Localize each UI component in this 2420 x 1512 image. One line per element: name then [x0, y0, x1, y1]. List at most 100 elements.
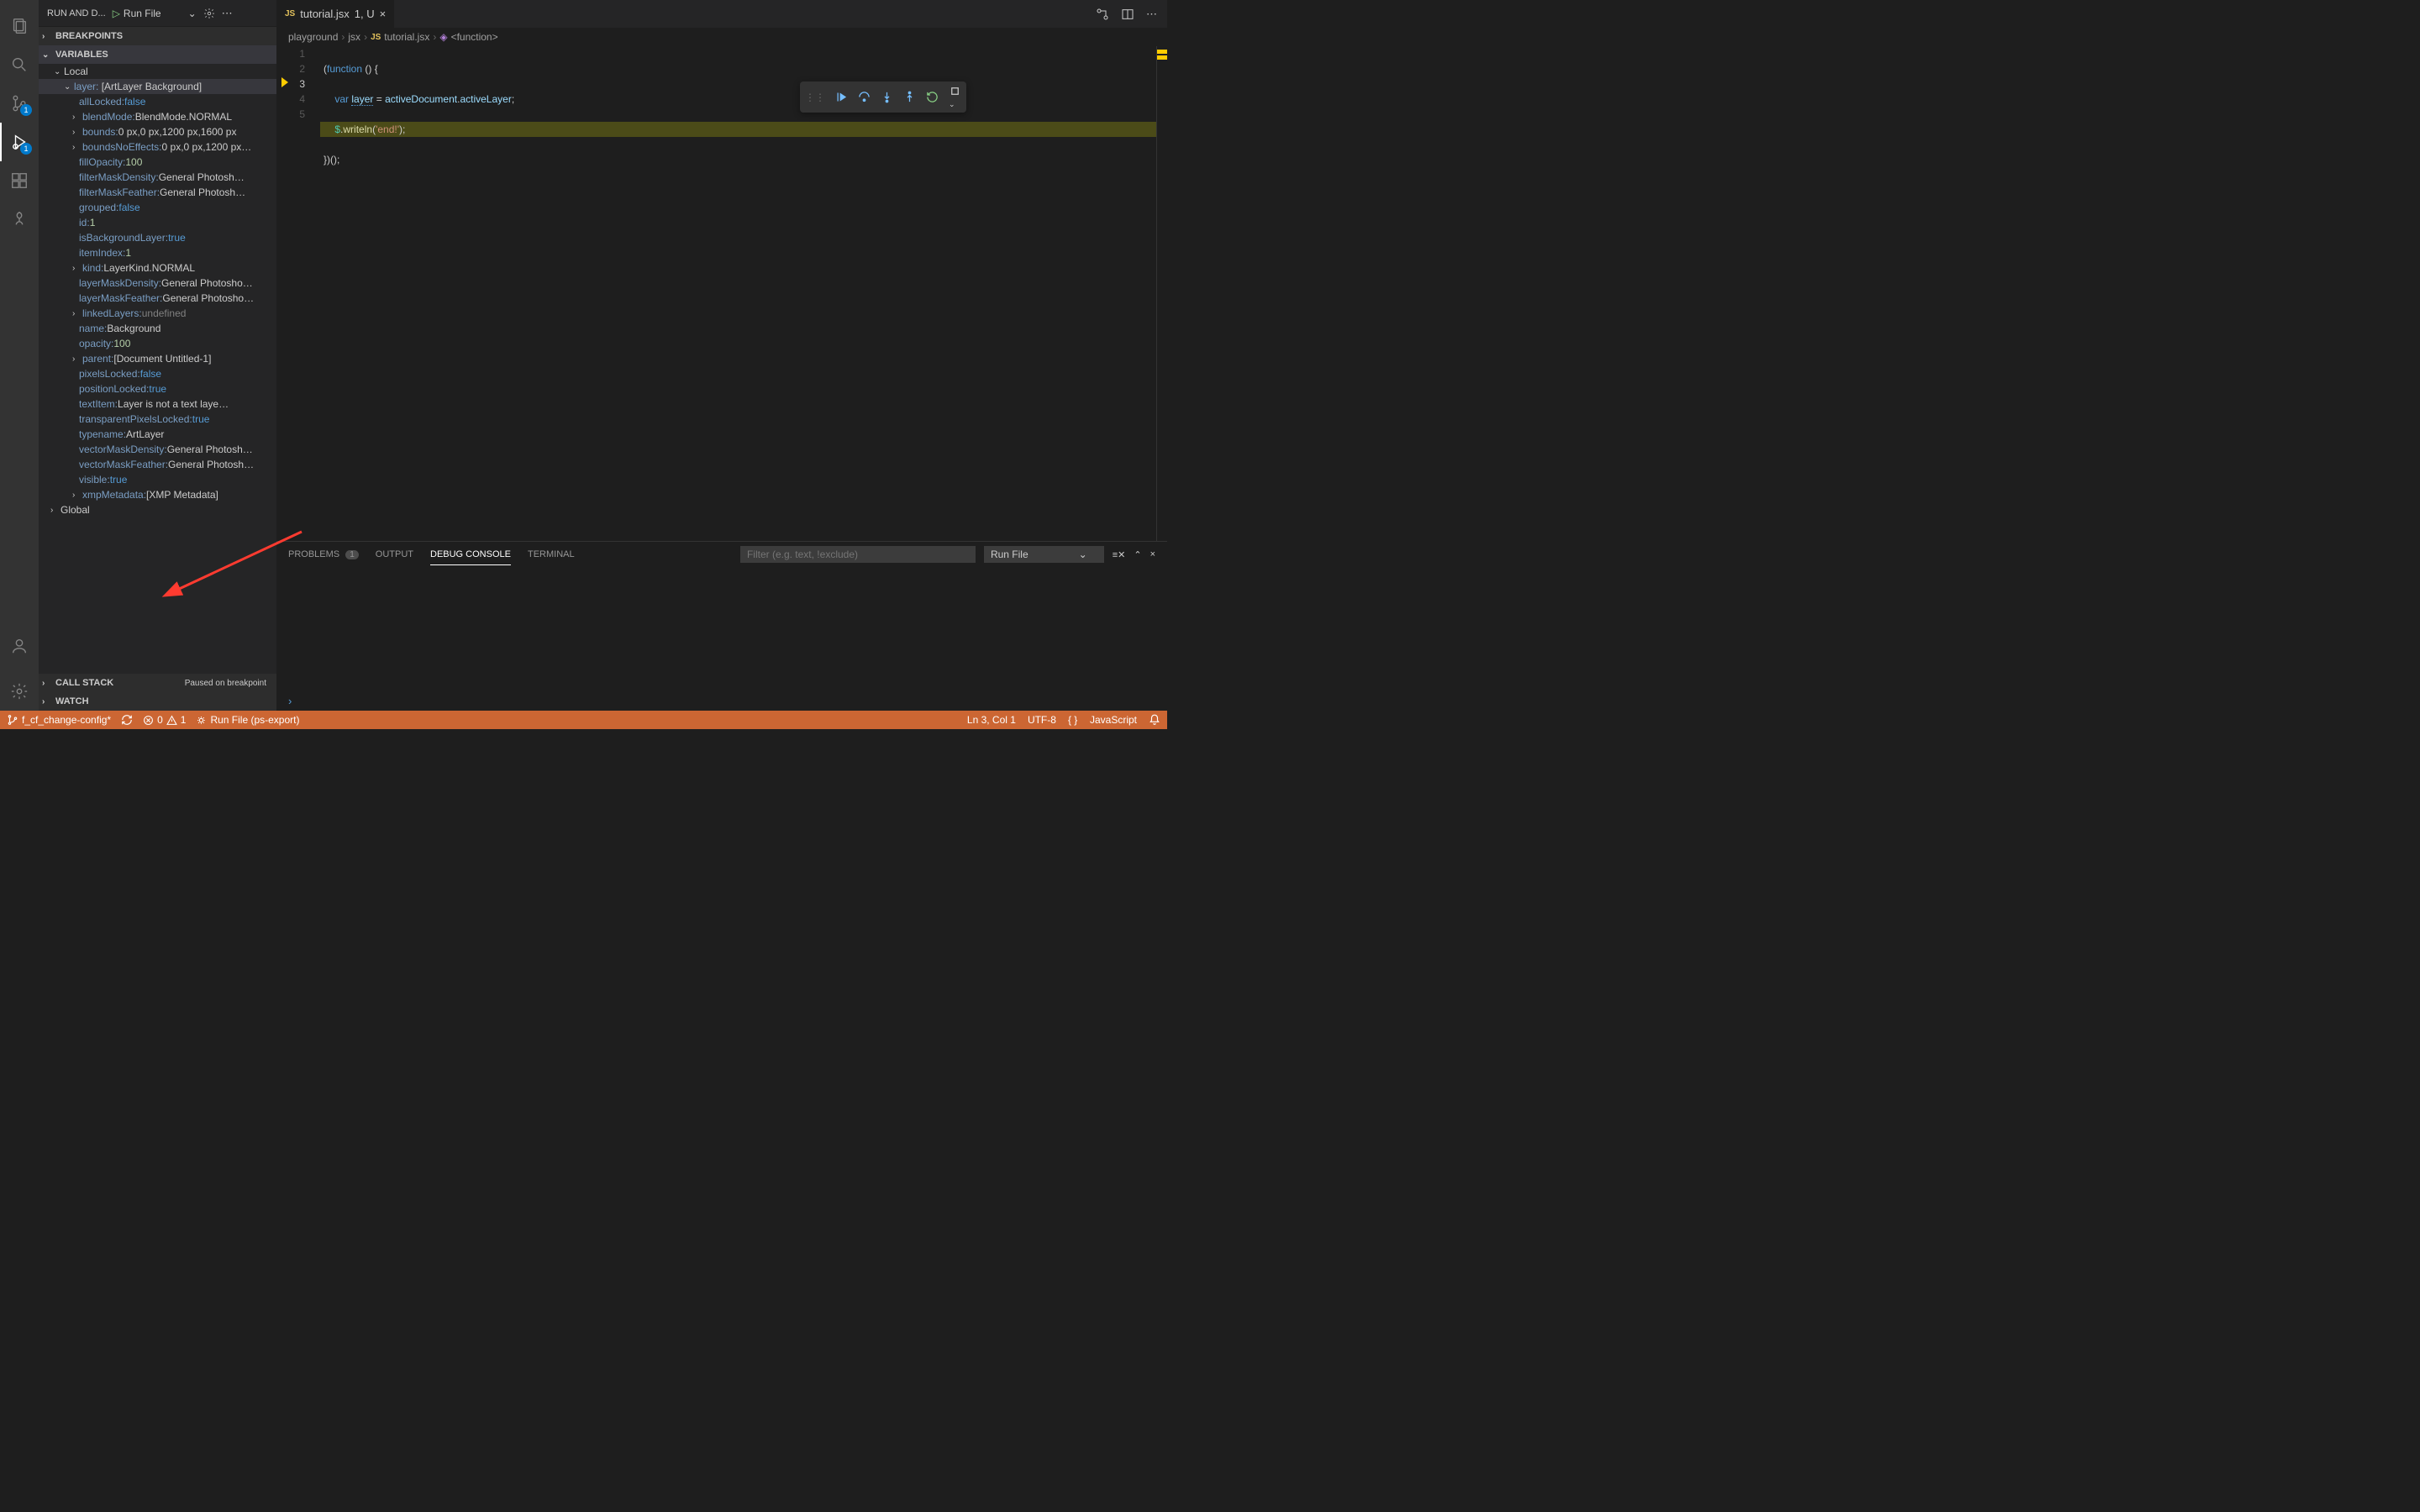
panel-tabs: PROBLEMS 1 OUTPUT DEBUG CONSOLE TERMINAL…	[276, 542, 1167, 567]
tab-tutorial[interactable]: JS tutorial.jsx 1, U ×	[276, 0, 395, 28]
call-stack-section[interactable]: › CALL STACK Paused on breakpoint	[39, 674, 276, 692]
overview-ruler	[1156, 46, 1167, 541]
extensions-icon[interactable]	[0, 161, 39, 200]
method-icon: ◈	[439, 31, 447, 43]
property-pixelsLocked[interactable]: pixelsLocked: false	[39, 366, 276, 381]
close-icon[interactable]: ×	[380, 8, 387, 20]
variable-layer[interactable]: ⌄ layer: [ArtLayer Background]	[39, 79, 276, 94]
watch-section[interactable]: › WATCH	[39, 692, 276, 711]
property-positionLocked[interactable]: positionLocked: true	[39, 381, 276, 396]
explorer-icon[interactable]	[0, 7, 39, 45]
chevron-down-icon: ⌄	[42, 50, 52, 60]
property-filterMaskFeather[interactable]: filterMaskFeather: General Photosh…	[39, 185, 276, 200]
breadcrumb[interactable]: playground› jsx› JS tutorial.jsx› ◈ <fun…	[276, 28, 1167, 46]
scope-global[interactable]: › Global	[39, 502, 276, 517]
property-bounds[interactable]: ›bounds: 0 px,0 px,1200 px,1600 px	[39, 124, 276, 139]
property-transparentPixelsLocked[interactable]: transparentPixelsLocked: true	[39, 412, 276, 427]
close-panel-icon[interactable]: ×	[1150, 549, 1155, 559]
chevron-right-icon: ›	[42, 697, 52, 706]
chevron-down-icon: ⌄	[188, 8, 197, 19]
property-isBackgroundLayer[interactable]: isBackgroundLayer: true	[39, 230, 276, 245]
grip-icon[interactable]: ⋮⋮	[805, 92, 825, 103]
console-prompt-icon: ›	[288, 695, 292, 707]
notifications-icon[interactable]	[1149, 714, 1160, 726]
split-editor-icon[interactable]	[1121, 8, 1134, 21]
chevron-right-icon: ›	[72, 491, 82, 500]
encoding[interactable]: UTF-8	[1028, 714, 1056, 726]
gear-icon[interactable]	[203, 8, 215, 19]
console-session-select[interactable]: Run File ⌄	[984, 546, 1104, 563]
debug-toolbar: ⋮⋮ ⌄	[800, 81, 966, 113]
more-icon[interactable]: ⋯	[222, 7, 233, 20]
compare-icon[interactable]	[1096, 8, 1109, 21]
property-vectorMaskDensity[interactable]: vectorMaskDensity: General Photosh…	[39, 442, 276, 457]
console-filter-input[interactable]	[740, 546, 976, 563]
property-boundsNoEffects[interactable]: ›boundsNoEffects: 0 px,0 px,1200 px…	[39, 139, 276, 155]
property-visible[interactable]: visible: true	[39, 472, 276, 487]
property-layerMaskDensity[interactable]: layerMaskDensity: General Photosho…	[39, 276, 276, 291]
more-icon[interactable]: ⋯	[1146, 8, 1157, 21]
line-gutter: 1 2 3 4 5	[276, 46, 320, 541]
tab-filename: tutorial.jsx	[300, 8, 350, 20]
property-id[interactable]: id: 1	[39, 215, 276, 230]
run-debug-icon[interactable]: 1	[0, 123, 39, 161]
accounts-icon[interactable]	[0, 627, 39, 665]
sidebar-header: RUN AND D... ▷ Run File ⌄ ⋯	[39, 0, 276, 27]
property-textItem[interactable]: textItem: Layer is not a text laye…	[39, 396, 276, 412]
property-itemIndex[interactable]: itemIndex: 1	[39, 245, 276, 260]
tab-debug-console[interactable]: DEBUG CONSOLE	[430, 544, 511, 565]
scope-local[interactable]: ⌄ Local	[39, 64, 276, 79]
settings-icon[interactable]	[0, 672, 39, 711]
stop-icon[interactable]: ⌄	[949, 85, 961, 109]
step-over-icon[interactable]	[858, 91, 871, 103]
code-editor[interactable]: 1 2 3 4 5 (function () { var layer = act…	[276, 46, 1156, 541]
property-parent[interactable]: ›parent: [Document Untitled-1]	[39, 351, 276, 366]
git-branch[interactable]: f_cf_change-config*	[7, 714, 111, 726]
step-out-icon[interactable]	[903, 91, 916, 103]
language-mode[interactable]: { } JavaScript	[1068, 714, 1137, 726]
search-icon[interactable]	[0, 45, 39, 84]
property-name[interactable]: name: Background	[39, 321, 276, 336]
sync-icon[interactable]	[121, 714, 133, 726]
tab-problems[interactable]: PROBLEMS 1	[288, 544, 359, 564]
property-allLocked[interactable]: allLocked: false	[39, 94, 276, 109]
continue-icon[interactable]	[835, 91, 848, 103]
clear-console-icon[interactable]: ≡✕	[1113, 549, 1126, 560]
tab-output[interactable]: OUTPUT	[376, 544, 413, 564]
bottom-panel: PROBLEMS 1 OUTPUT DEBUG CONSOLE TERMINAL…	[276, 541, 1167, 711]
property-kind[interactable]: ›kind: LayerKind.NORMAL	[39, 260, 276, 276]
property-layerMaskFeather[interactable]: layerMaskFeather: General Photosho…	[39, 291, 276, 306]
tab-terminal[interactable]: TERMINAL	[528, 544, 575, 564]
variables-section[interactable]: ⌄ VARIABLES	[39, 45, 276, 64]
property-vectorMaskFeather[interactable]: vectorMaskFeather: General Photosh…	[39, 457, 276, 472]
step-into-icon[interactable]	[881, 91, 893, 103]
property-opacity[interactable]: opacity: 100	[39, 336, 276, 351]
collapse-icon[interactable]: ⌃	[1134, 549, 1141, 560]
property-typename[interactable]: typename: ArtLayer	[39, 427, 276, 442]
property-linkedLayers[interactable]: ›linkedLayers: undefined	[39, 306, 276, 321]
debug-task[interactable]: Run File (ps-export)	[196, 714, 299, 726]
chevron-right-icon: ›	[72, 143, 82, 152]
js-file-icon: JS	[285, 9, 295, 18]
code-content: (function () { var layer = activeDocumen…	[320, 46, 1156, 541]
source-control-icon[interactable]: 1	[0, 84, 39, 123]
launch-config-selector[interactable]: ▷ Run File ⌄	[113, 8, 197, 19]
tab-actions: ⋯	[1086, 0, 1167, 28]
js-file-icon: JS	[371, 33, 381, 42]
chevron-right-icon: ›	[72, 309, 82, 318]
status-bar: f_cf_change-config* 0 1 Run File (ps-exp…	[0, 711, 1167, 729]
chevron-right-icon: ›	[42, 679, 52, 688]
breakpoint-indicator	[281, 77, 288, 87]
property-grouped[interactable]: grouped: false	[39, 200, 276, 215]
property-blendMode[interactable]: ›blendMode: BlendMode.NORMAL	[39, 109, 276, 124]
chevron-right-icon: ›	[72, 113, 82, 122]
cursor-position[interactable]: Ln 3, Col 1	[967, 714, 1016, 726]
property-fillOpacity[interactable]: fillOpacity: 100	[39, 155, 276, 170]
restart-icon[interactable]	[926, 91, 939, 103]
problems-status[interactable]: 0 1	[143, 714, 186, 726]
tree-icon[interactable]	[0, 200, 39, 239]
debug-console-body[interactable]: ›	[276, 567, 1167, 711]
property-xmpMetadata[interactable]: ›xmpMetadata: [XMP Metadata]	[39, 487, 276, 502]
breakpoints-section[interactable]: › BREAKPOINTS	[39, 27, 276, 45]
property-filterMaskDensity[interactable]: filterMaskDensity: General Photosh…	[39, 170, 276, 185]
